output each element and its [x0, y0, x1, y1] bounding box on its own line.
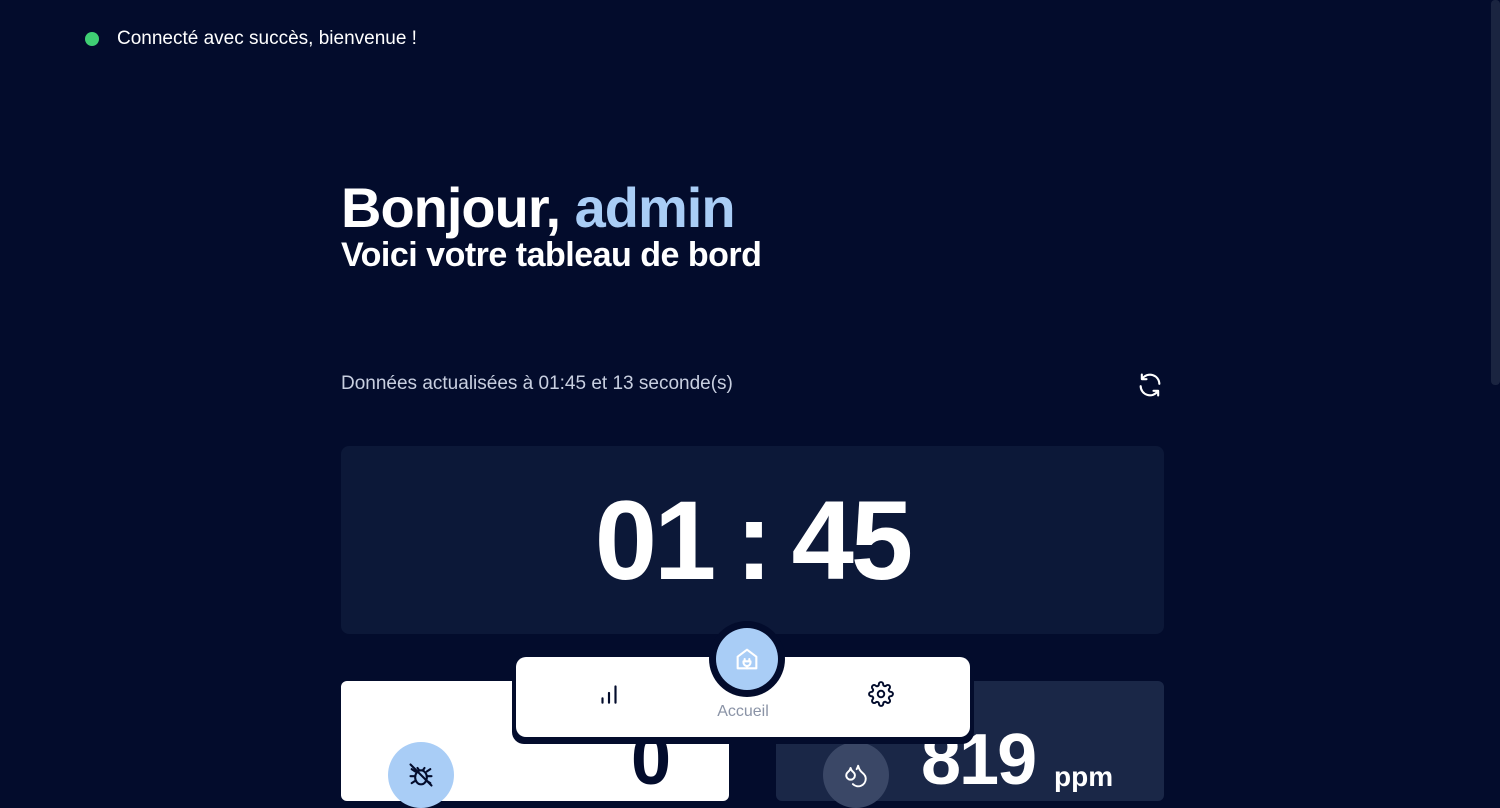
ppm-unit: ppm: [1054, 761, 1114, 792]
clock-hours: 01: [594, 477, 717, 603]
greeting-prefix: Bonjour,: [341, 176, 575, 239]
bottom-nav-bar: Accueil: [516, 621, 970, 737]
page-subtitle: Voici votre tableau de bord: [341, 236, 762, 274]
refresh-button[interactable]: [1134, 369, 1166, 401]
username: admin: [574, 176, 736, 239]
home-plug-icon: [736, 648, 758, 670]
clock-display: 01 : 45: [594, 476, 914, 605]
droplets-icon: [845, 764, 867, 788]
toast-notification: Connecté avec succès, bienvenue !: [85, 28, 417, 50]
status-dot: [85, 32, 99, 46]
ppm-icon-circle: [823, 742, 889, 808]
greeting-title: Bonjour, admin: [341, 176, 736, 240]
clock-separator: :: [735, 477, 772, 603]
pest-icon-circle: [388, 742, 454, 808]
refresh-icon: [1139, 373, 1161, 397]
last-updated-text: Données actualisées à 01:45 et 13 second…: [341, 373, 733, 394]
scrollbar[interactable]: [1491, 0, 1500, 385]
bug-off-icon: [409, 763, 433, 787]
nav-active-label: Accueil: [717, 703, 769, 720]
bottom-navigation: Accueil: [512, 621, 974, 744]
toast-message: Connecté avec succès, bienvenue !: [117, 28, 417, 49]
clock-minutes: 45: [791, 477, 914, 603]
clock-card: 01 : 45: [341, 446, 1164, 634]
nav-home-button[interactable]: [716, 628, 778, 690]
